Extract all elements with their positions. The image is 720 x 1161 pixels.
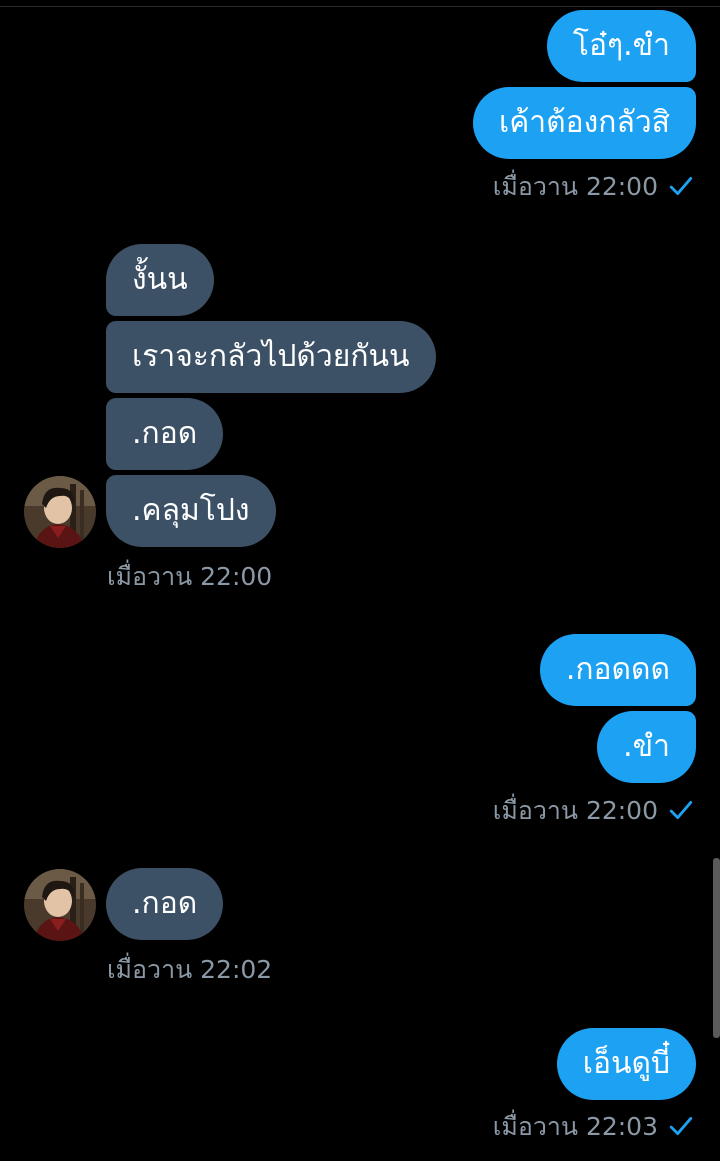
timestamp-text: เมื่อวาน 22:00 <box>107 562 273 591</box>
incoming-message-bubble[interactable]: เราจะกลัวไปด้วยกันน <box>106 321 436 393</box>
check-icon <box>669 1117 693 1135</box>
message-text: .ขำ <box>623 729 670 764</box>
message-text: งั้นน <box>132 262 188 297</box>
incoming-message-bubble[interactable]: .กอด <box>106 868 224 940</box>
message-text: เอ็นดูบี๋ <box>582 1046 670 1081</box>
timestamp-text: เมื่อวาน 22:03 <box>492 1112 658 1141</box>
message-text: เค้าต้องกลัวสิ <box>498 105 670 140</box>
scrollbar[interactable] <box>713 858 720 1038</box>
message-timestamp: เมื่อวาน 22:02 <box>107 953 272 987</box>
check-icon <box>669 177 693 195</box>
outgoing-message-bubble[interactable]: โอ๋ๆ.ขำ <box>546 10 696 82</box>
message-timestamp: เมื่อวาน 22:00 <box>493 170 694 204</box>
outgoing-message-bubble[interactable]: เค้าต้องกลัวสิ <box>472 87 696 159</box>
avatar[interactable] <box>24 869 96 941</box>
timestamp-text: เมื่อวาน 22:02 <box>107 955 273 984</box>
top-divider <box>0 0 720 7</box>
message-text: .กอด <box>132 886 198 921</box>
message-text: .กอดดด <box>565 652 670 687</box>
timestamp-text: เมื่อวาน 22:00 <box>492 796 658 825</box>
message-timestamp: เมื่อวาน 22:03 <box>493 1110 694 1144</box>
avatar[interactable] <box>24 476 96 548</box>
incoming-message-bubble[interactable]: งั้นน <box>106 244 214 316</box>
message-text: เราจะกลัวไปด้วยกันน <box>132 339 410 374</box>
outgoing-message-bubble[interactable]: .ขำ <box>597 711 696 783</box>
check-icon <box>669 801 693 819</box>
message-text: .กอด <box>132 416 198 451</box>
message-text: โอ๋ๆ.ขำ <box>572 28 670 63</box>
incoming-message-bubble[interactable]: .กอด <box>106 398 224 470</box>
outgoing-message-bubble[interactable]: เอ็นดูบี๋ <box>556 1028 696 1100</box>
timestamp-text: เมื่อวาน 22:00 <box>492 172 658 201</box>
outgoing-message-bubble[interactable]: .กอดดด <box>539 634 696 706</box>
message-timestamp: เมื่อวาน 22:00 <box>107 560 272 594</box>
avatar-image <box>24 869 96 941</box>
message-text: .คลุมโปง <box>132 493 250 528</box>
incoming-message-bubble[interactable]: .คลุมโปง <box>106 475 276 547</box>
message-timestamp: เมื่อวาน 22:00 <box>493 794 694 828</box>
avatar-image <box>24 476 96 548</box>
